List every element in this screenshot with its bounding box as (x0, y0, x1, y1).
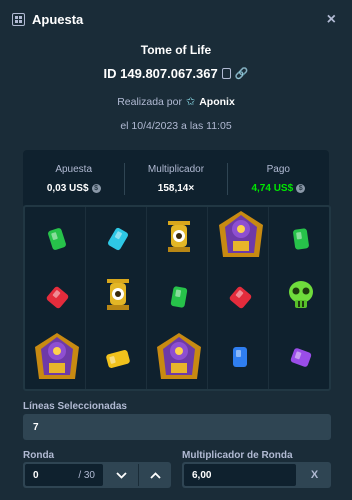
placed-by-label: Realizada por (117, 95, 182, 108)
link-icon[interactable]: 🔗 (235, 67, 249, 80)
green-gem-icon (37, 219, 77, 259)
currency-icon: $ (296, 184, 306, 193)
round-multiplier-value: 6,00 (184, 464, 296, 486)
bet-id-row: ID 149.807.067.367 🔗 (0, 66, 352, 81)
green-gem-icon (281, 219, 321, 259)
round-input[interactable]: 0 / 30 (25, 464, 103, 486)
yellow-gem-icon (98, 339, 138, 379)
lines-value: 7 (25, 416, 329, 438)
currency-icon: $ (91, 184, 101, 193)
purple-gem-icon (281, 337, 321, 377)
round-field: 0 / 30 (23, 462, 171, 488)
payout: 4,74 US$ $ (228, 183, 329, 194)
lines-label: Líneas Seleccionadas (23, 401, 127, 412)
round-value: 0 (33, 469, 39, 481)
clear-icon[interactable]: X (298, 464, 331, 486)
placed-by-row: Realizada por ✩ Aponix (0, 95, 352, 109)
slot-board (23, 205, 331, 391)
chevron-up-icon (149, 471, 161, 479)
lines-field: 7 (23, 414, 331, 440)
stat-bet: Apuesta 0,03 US$ $ (23, 163, 126, 195)
red-gem-icon (37, 277, 77, 317)
username[interactable]: Aponix (199, 96, 235, 108)
close-icon[interactable]: × (327, 11, 336, 29)
eye-idol-icon (159, 217, 199, 257)
chevron-down-icon (116, 471, 127, 479)
modal-header: Apuesta × (0, 0, 352, 38)
payout-value: 4,74 US$ (251, 183, 294, 194)
blue-gem-icon (220, 337, 260, 377)
multiplier-label: Multiplicador (147, 164, 205, 175)
bet-amount-value: 0,03 US$ (46, 183, 89, 194)
golden-pharaoh-icon (31, 331, 83, 383)
bet-receipt-icon (12, 12, 25, 26)
stat-payout: Pago 4,74 US$ $ (228, 163, 329, 195)
bet-date: el 10/4/2023 a las 11:05 (120, 120, 232, 132)
round-up-button[interactable] (138, 464, 171, 486)
cyan-gem-icon (98, 219, 138, 259)
green-skull-icon (281, 275, 321, 315)
green-gem-icon (159, 277, 199, 317)
bet-stats: Apuesta 0,03 US$ $ Multiplicador 158,14× … (23, 150, 329, 208)
vip-star-icon: ✩ (185, 96, 196, 108)
bet-info: Tome of Life ID 149.807.067.367 🔗 Realiz… (0, 43, 352, 132)
bet-id: ID 149.807.067.367 (103, 66, 218, 81)
payout-label: Pago (266, 164, 290, 175)
bet-amount: 0,03 US$ $ (23, 183, 124, 194)
round-total: / 30 (78, 469, 95, 481)
round-down-button[interactable] (105, 464, 138, 486)
copy-icon[interactable] (221, 68, 231, 79)
round-multiplier-label: Multiplicador de Ronda (182, 450, 293, 461)
multiplier-value: 158,14× (157, 183, 195, 194)
round-label: Ronda (23, 450, 55, 461)
round-multiplier-field: 6,00 X (182, 462, 331, 488)
eye-idol-icon (98, 275, 138, 315)
red-gem-icon (220, 277, 260, 317)
bet-amount-label: Apuesta (55, 164, 93, 175)
modal-title: Apuesta (32, 11, 84, 27)
stat-multiplier: Multiplicador 158,14× (125, 163, 228, 195)
game-name[interactable]: Tome of Life (0, 43, 352, 57)
golden-pharaoh-icon (215, 209, 267, 261)
golden-pharaoh-icon (153, 331, 205, 383)
